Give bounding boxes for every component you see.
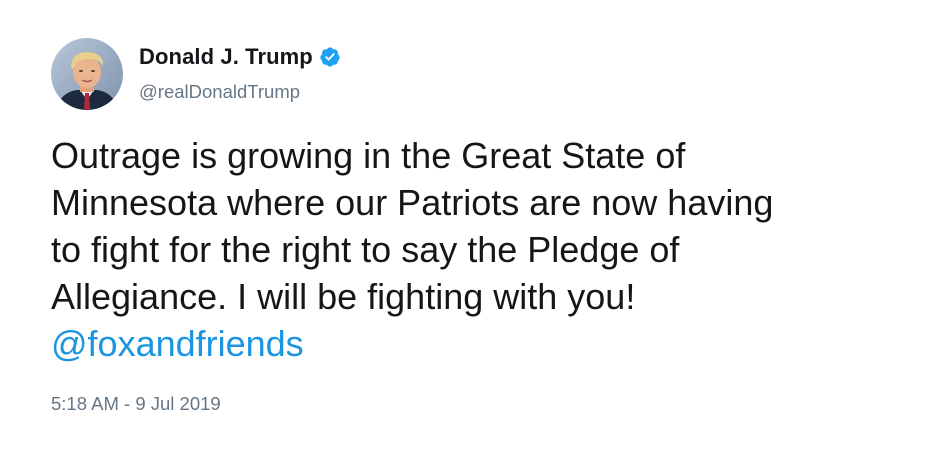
tweet-card: Donald J. Trump @realDonaldTrump Outrage… xyxy=(0,0,949,474)
handle[interactable]: @realDonaldTrump xyxy=(139,81,341,103)
tweet-text-line: Minnesota where our Patriots are now hav… xyxy=(51,182,774,223)
mention-link[interactable]: @foxandfriends xyxy=(51,320,911,367)
display-name[interactable]: Donald J. Trump xyxy=(139,44,313,70)
author-identity: Donald J. Trump @realDonaldTrump xyxy=(139,42,341,103)
timestamp[interactable]: 5:18 AM - 9 Jul 2019 xyxy=(51,393,221,415)
tweet-text-line: to fight for the right to say the Pledge… xyxy=(51,229,680,270)
name-row: Donald J. Trump xyxy=(139,42,341,72)
avatar-image xyxy=(51,38,123,110)
verified-badge-icon xyxy=(319,46,341,68)
tweet-text-line: Outrage is growing in the Great State of xyxy=(51,135,686,176)
avatar[interactable] xyxy=(51,38,123,110)
tweet-header: Donald J. Trump @realDonaldTrump xyxy=(51,38,341,110)
tweet-text: Outrage is growing in the Great State of… xyxy=(51,132,911,367)
tweet-text-line: Allegiance. I will be fighting with you! xyxy=(51,276,636,317)
